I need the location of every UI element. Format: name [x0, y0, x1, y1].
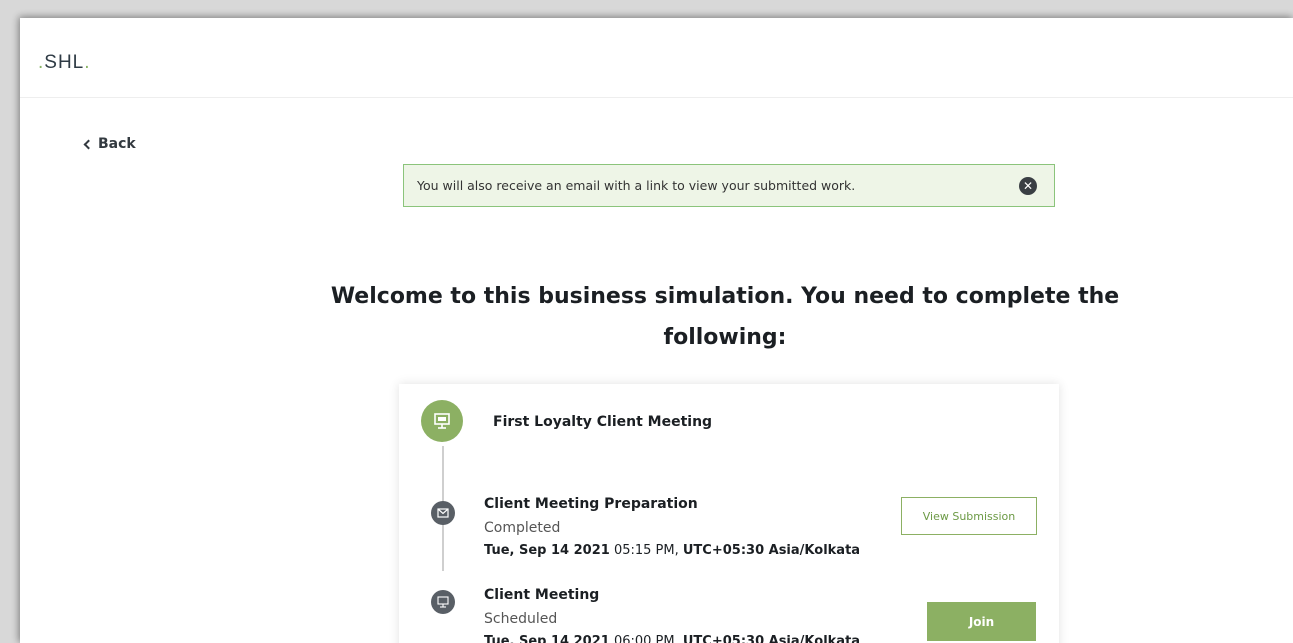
task-client-meeting: Client Meeting Scheduled Tue, Sep 14 202… — [484, 587, 860, 643]
chevron-left-icon — [83, 139, 94, 150]
logo-text: SHL — [44, 52, 85, 73]
page-title-line-1: Welcome to this business simulation. You… — [330, 284, 1120, 309]
app-window: .SHL. Back You will also receive an emai… — [20, 18, 1293, 643]
task-time: 05:15 PM, — [613, 543, 679, 558]
activity-title: First Loyalty Client Meeting — [493, 414, 713, 430]
info-alert: You will also receive an email with a li… — [403, 164, 1055, 207]
back-label: Back — [98, 136, 136, 152]
task-time: 06:00 PM, — [613, 634, 679, 643]
join-button[interactable]: Join — [927, 602, 1036, 641]
task-title: Client Meeting Preparation — [484, 496, 698, 512]
task-datetime: Tue, Sep 14 2021 05:15 PM, UTC+05:30 Asi… — [484, 543, 860, 558]
presentation-icon — [421, 400, 463, 442]
task-title: Client Meeting — [484, 587, 600, 603]
back-link[interactable]: Back — [83, 136, 136, 152]
task-status: Completed — [484, 520, 561, 536]
logo-dot: . — [84, 52, 91, 73]
page-title: Welcome to this business simulation. You… — [300, 276, 1150, 358]
task-client-meeting-preparation: Client Meeting Preparation Completed Tue… — [484, 496, 860, 558]
task-datetime: Tue, Sep 14 2021 06:00 PM, UTC+05:30 Asi… — [484, 634, 860, 643]
task-timezone: UTC+05:30 Asia/Kolkata — [682, 543, 861, 558]
presentation-icon — [431, 590, 455, 614]
view-submission-button[interactable]: View Submission — [901, 497, 1037, 535]
page-title-line-2: following: — [663, 325, 787, 350]
shl-logo[interactable]: .SHL. — [38, 52, 91, 74]
header-bar: .SHL. — [20, 18, 1293, 98]
task-date: Tue, Sep 14 2021 — [484, 634, 610, 643]
close-icon[interactable]: ✕ — [1019, 177, 1037, 195]
mail-icon — [431, 501, 455, 525]
task-date: Tue, Sep 14 2021 — [484, 543, 610, 558]
activity-card: First Loyalty Client Meeting Client Meet… — [399, 384, 1059, 643]
alert-message: You will also receive an email with a li… — [417, 178, 856, 193]
task-timezone: UTC+05:30 Asia/Kolkata — [682, 634, 861, 643]
task-status: Scheduled — [484, 611, 558, 627]
